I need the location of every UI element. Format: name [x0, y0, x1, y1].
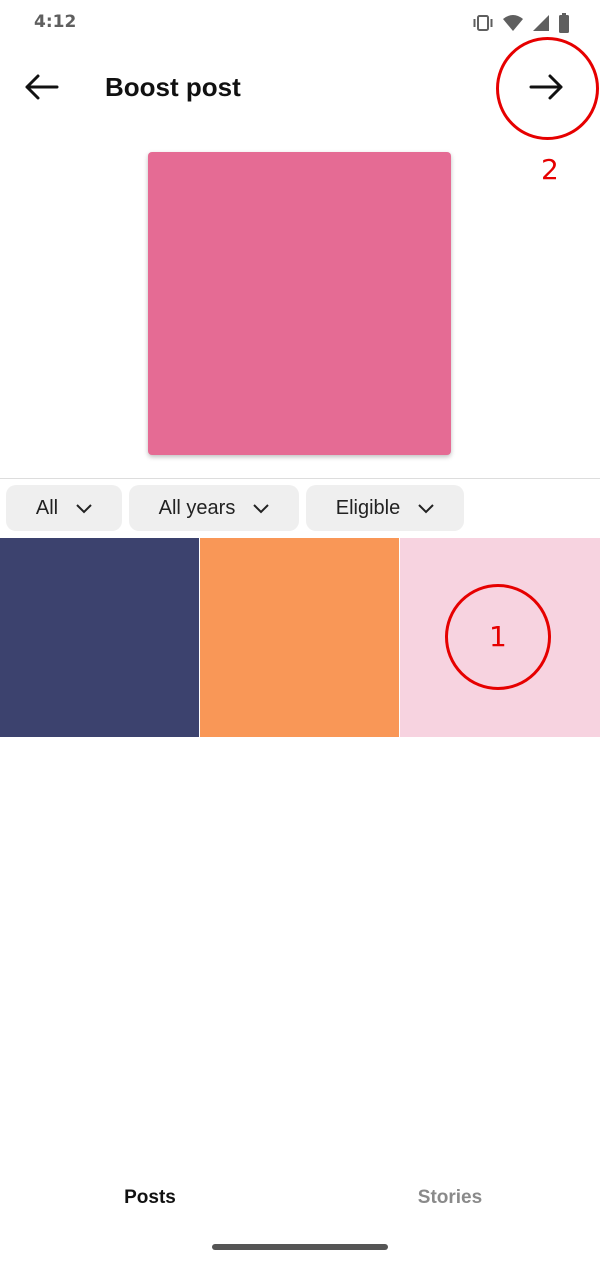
battery-icon	[558, 13, 570, 33]
home-indicator[interactable]	[212, 1244, 388, 1250]
status-bar: 4:12	[0, 0, 600, 48]
tab-stories[interactable]: Stories	[300, 1170, 600, 1226]
status-time: 4:12	[34, 12, 77, 32]
page-title: Boost post	[105, 72, 241, 102]
post-thumbnail-3[interactable]	[400, 538, 600, 737]
vibrate-icon	[472, 14, 494, 32]
next-button[interactable]	[522, 68, 572, 110]
chevron-down-icon	[76, 497, 92, 520]
chevron-down-icon	[253, 497, 270, 520]
bottom-tabs: Posts Stories	[0, 1170, 600, 1226]
filter-eligibility-dropdown[interactable]: Eligible	[306, 485, 464, 531]
post-thumbnail-2[interactable]	[200, 538, 399, 737]
arrow-left-icon	[23, 73, 59, 106]
divider	[0, 478, 600, 479]
status-icons	[472, 12, 570, 34]
filter-row: All All years Eligible	[6, 485, 464, 531]
header: Boost post	[0, 48, 600, 130]
filter-eligibility-label: Eligible	[335, 496, 401, 519]
selected-post-preview	[148, 152, 451, 455]
signal-icon	[532, 14, 550, 32]
post-thumbnail-1[interactable]	[0, 538, 199, 737]
filter-type-label: All	[35, 496, 59, 519]
annotation-number-next: 2	[541, 153, 559, 186]
post-grid	[0, 538, 600, 737]
filter-year-label: All years	[158, 496, 236, 519]
chevron-down-icon	[418, 497, 434, 520]
wifi-icon	[502, 14, 524, 32]
arrow-right-icon	[529, 73, 565, 106]
filter-type-dropdown[interactable]: All	[6, 485, 122, 531]
back-button[interactable]	[18, 68, 64, 110]
tab-posts[interactable]: Posts	[0, 1170, 300, 1226]
filter-year-dropdown[interactable]: All years	[129, 485, 299, 531]
